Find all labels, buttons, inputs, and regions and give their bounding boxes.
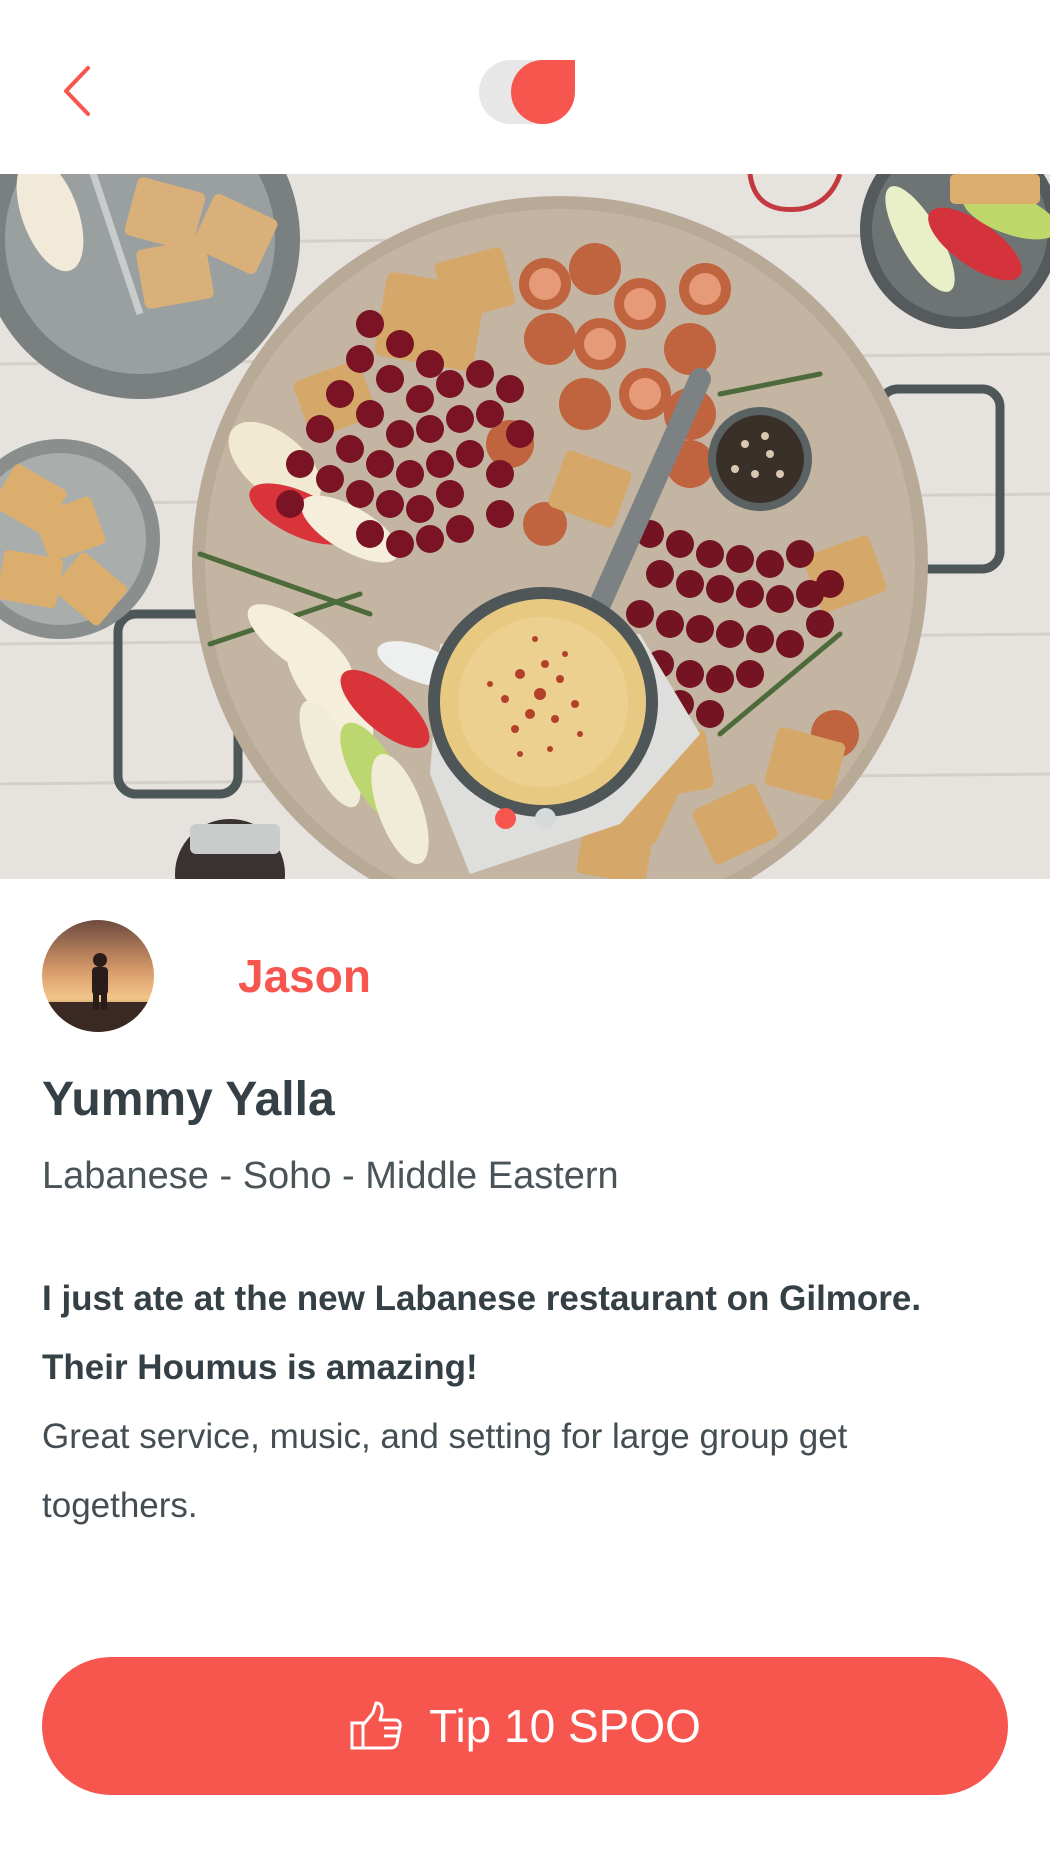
back-button[interactable] [52,58,102,122]
author-row: Jason [42,920,371,1032]
food-photo[interactable] [0,174,1050,879]
carousel-dot-1[interactable] [494,808,516,829]
tip-button[interactable]: Tip 10 SPOO [42,1657,1008,1795]
tip-button-label: Tip 10 SPOO [429,1700,701,1752]
carousel-dot-2[interactable] [534,808,556,829]
top-bar [0,0,1050,174]
restaurant-title: Yummy Yalla [42,1073,335,1126]
review-body: Great service, music, and setting for la… [42,1417,848,1525]
review-headline: I just ate at the new Labanese restauran… [42,1279,922,1387]
restaurant-tags: Labanese - Soho - Middle Eastern [42,1155,619,1197]
review-text: I just ate at the new Labanese restauran… [42,1264,1002,1540]
thumbs-up-icon [350,1701,402,1750]
chevron-left-icon [64,66,90,116]
avatar[interactable] [42,920,154,1032]
carousel-indicator [0,808,1050,830]
author-name[interactable]: Jason [238,949,371,1003]
app-logo [477,58,575,126]
